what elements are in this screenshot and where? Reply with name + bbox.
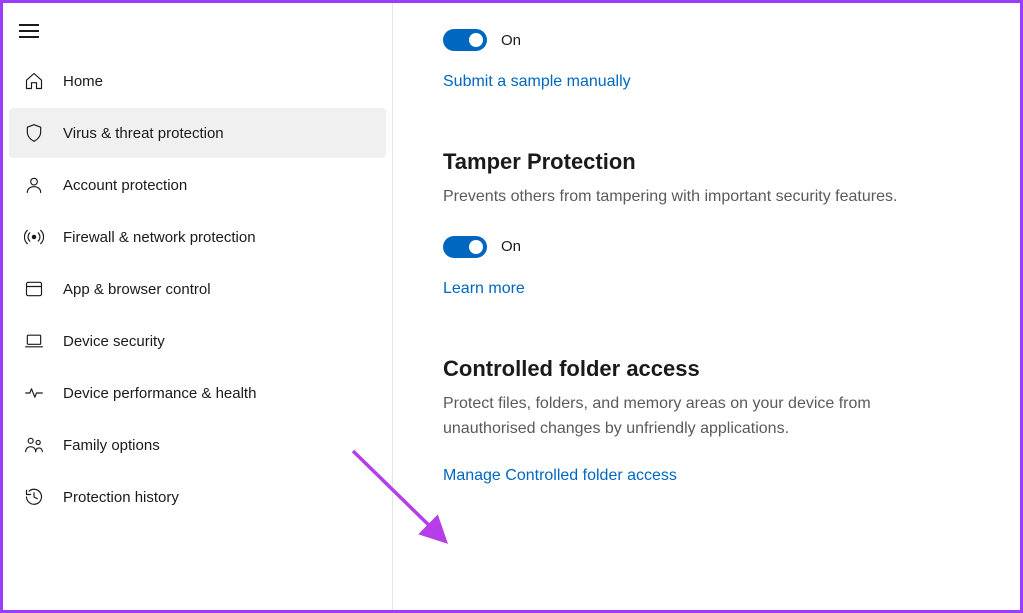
- toggle-state-label: On: [501, 238, 521, 255]
- section-title: Controlled folder access: [443, 356, 990, 382]
- window-icon: [23, 278, 45, 300]
- sidebar-item-label: Firewall & network protection: [63, 229, 256, 246]
- sidebar-item-account-protection[interactable]: Account protection: [9, 160, 386, 210]
- learn-more-link[interactable]: Learn more: [443, 280, 525, 298]
- person-icon: [23, 174, 45, 196]
- sidebar-item-label: Protection history: [63, 489, 179, 506]
- shield-icon: [23, 122, 45, 144]
- hamburger-menu[interactable]: [3, 16, 55, 54]
- antenna-icon: [23, 226, 45, 248]
- section-title: Tamper Protection: [443, 149, 990, 175]
- section-description: Protect files, folders, and memory areas…: [443, 392, 963, 442]
- sidebar-item-home[interactable]: Home: [9, 56, 386, 106]
- laptop-icon: [23, 330, 45, 352]
- manage-controlled-folder-access-link[interactable]: Manage Controlled folder access: [443, 467, 677, 485]
- sidebar-item-protection-history[interactable]: Protection history: [9, 472, 386, 522]
- sidebar-item-label: Family options: [63, 437, 160, 454]
- sidebar-item-app-browser[interactable]: App & browser control: [9, 264, 386, 314]
- sidebar-item-virus-threat[interactable]: Virus & threat protection: [9, 108, 386, 158]
- tamper-protection-section: Tamper Protection Prevents others from t…: [443, 149, 990, 308]
- sidebar-item-family-options[interactable]: Family options: [9, 420, 386, 470]
- sidebar: Home Virus & threat protection Account p…: [3, 3, 393, 610]
- sidebar-item-device-performance[interactable]: Device performance & health: [9, 368, 386, 418]
- cloud-protection-toggle[interactable]: [443, 29, 487, 51]
- history-icon: [23, 486, 45, 508]
- sidebar-item-device-security[interactable]: Device security: [9, 316, 386, 366]
- sidebar-item-label: App & browser control: [63, 281, 211, 298]
- toggle-state-label: On: [501, 32, 521, 49]
- family-icon: [23, 434, 45, 456]
- main-content: On Submit a sample manually Tamper Prote…: [393, 3, 1020, 610]
- controlled-folder-access-section: Controlled folder access Protect files, …: [443, 356, 990, 496]
- sidebar-item-label: Device security: [63, 333, 165, 350]
- heartbeat-icon: [23, 382, 45, 404]
- sidebar-item-label: Device performance & health: [63, 385, 256, 402]
- home-icon: [23, 70, 45, 92]
- section-description: Prevents others from tampering with impo…: [443, 185, 963, 210]
- submit-sample-link[interactable]: Submit a sample manually: [443, 73, 631, 91]
- sidebar-item-firewall[interactable]: Firewall & network protection: [9, 212, 386, 262]
- sidebar-item-label: Account protection: [63, 177, 187, 194]
- tamper-protection-toggle[interactable]: [443, 236, 487, 258]
- sidebar-item-label: Virus & threat protection: [63, 125, 224, 142]
- sidebar-item-label: Home: [63, 73, 103, 90]
